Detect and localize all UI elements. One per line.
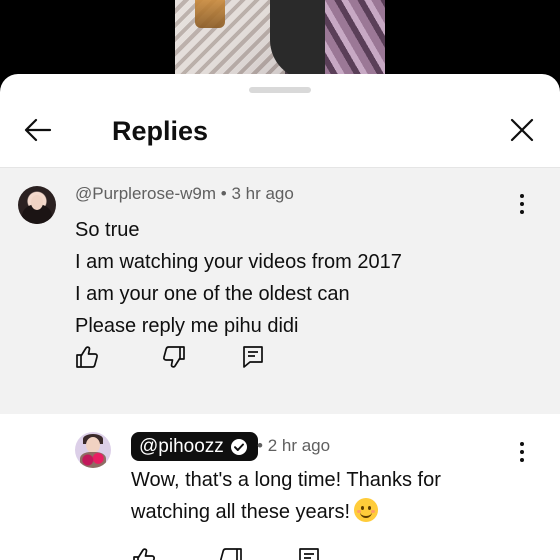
comment-reply-icon[interactable] <box>296 546 322 560</box>
verified-check-icon <box>230 438 247 455</box>
meta-separator: • <box>257 436 268 455</box>
more-vert-icon[interactable] <box>510 192 534 216</box>
reply-line: Wow, that's a long time! Thanks for <box>131 469 441 491</box>
drag-handle[interactable] <box>249 87 311 93</box>
video-player-area[interactable] <box>0 0 560 80</box>
thumbs-down-icon[interactable] <box>161 344 187 370</box>
close-icon[interactable] <box>506 114 538 146</box>
reply-comment: @pihoozz • 2 hr ago Wow, that's a long t… <box>0 414 560 560</box>
thumbs-up-icon[interactable] <box>74 344 100 370</box>
reply-line-wrap: watching all these years! <box>131 496 441 528</box>
comment-reply-icon[interactable] <box>240 344 266 370</box>
emoji-blush <box>371 510 376 513</box>
avatar[interactable] <box>18 186 56 224</box>
arrow-left-icon[interactable] <box>22 114 54 146</box>
replies-sheet: Replies @Purplerose-w9m • 3 hr ago So tr… <box>0 74 560 560</box>
comment-line: Please reply me pihu didi <box>75 315 299 337</box>
reply-author: @pihoozz <box>139 436 224 457</box>
thumbs-up-icon[interactable] <box>131 546 157 560</box>
comment-line: I am watching your videos from 2017 <box>75 251 402 273</box>
smiling-face-emoji <box>354 498 379 522</box>
comment-line: I am your one of the oldest can <box>75 283 350 305</box>
more-vert-icon[interactable] <box>510 440 534 464</box>
comment-line: So true <box>75 219 140 241</box>
replies-header: Replies <box>0 94 560 168</box>
video-frame-pattern <box>175 0 285 80</box>
avatar[interactable] <box>75 432 111 468</box>
page-title: Replies <box>112 116 209 146</box>
thumbs-down-icon[interactable] <box>218 546 244 560</box>
meta-separator: • <box>220 184 232 203</box>
emoji-blush <box>357 510 362 513</box>
video-frame-object <box>195 0 225 28</box>
avatar-face <box>31 195 43 210</box>
parent-comment: @Purplerose-w9m • 3 hr ago So true I am … <box>0 168 560 414</box>
reply-meta: • 2 hr ago <box>257 436 330 456</box>
comment-time: 3 hr ago <box>231 184 294 203</box>
comment-body: So true I am watching your videos from 2… <box>75 214 402 342</box>
avatar-flowers <box>80 452 106 468</box>
reply-time: 2 hr ago <box>267 436 331 455</box>
video-frame <box>175 0 385 80</box>
comment-meta: @Purplerose-w9m • 3 hr ago <box>75 184 294 204</box>
video-frame-fabric <box>325 0 385 80</box>
reply-body: Wow, that's a long time! Thanks for watc… <box>131 464 441 528</box>
avatar-face <box>86 437 100 453</box>
comment-author[interactable]: @Purplerose-w9m <box>75 184 216 203</box>
reply-line: watching all these years! <box>131 501 351 523</box>
creator-badge[interactable]: @pihoozz <box>131 432 258 461</box>
